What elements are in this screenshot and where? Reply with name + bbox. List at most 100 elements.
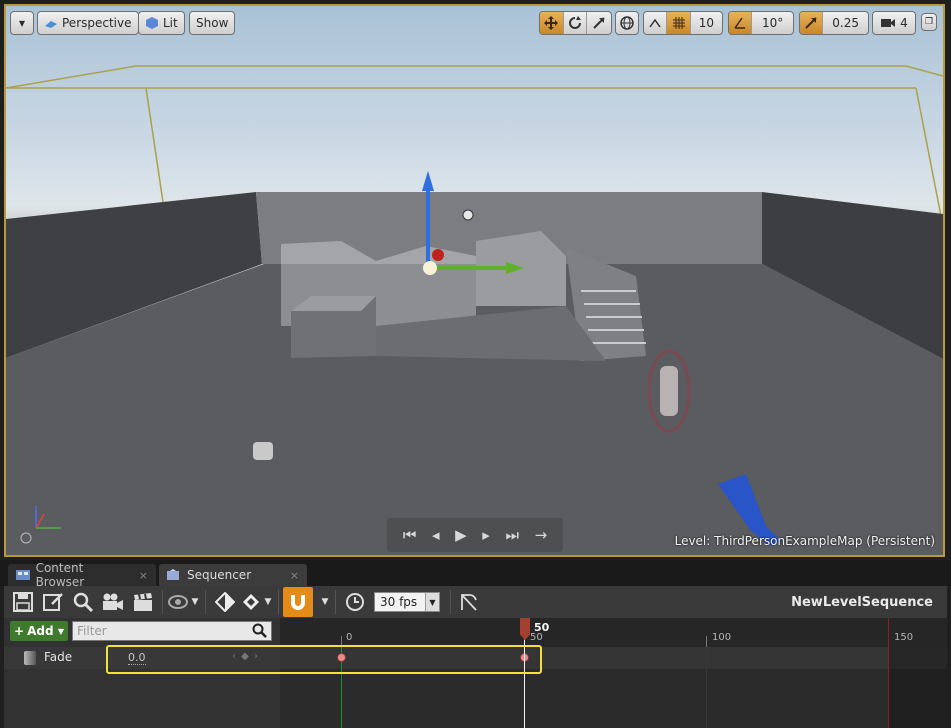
- viewport-playback-controls: ⏮ ◂ ▶ ▸ ⏭ →: [387, 518, 563, 552]
- toolbar-divider: [162, 590, 163, 614]
- close-icon[interactable]: ×: [290, 569, 299, 582]
- level-prefix: Level:: [674, 534, 711, 548]
- track-filter-input[interactable]: Filter: [72, 621, 272, 641]
- tab-label: Sequencer: [187, 568, 252, 582]
- panel-tab-strip: Content Browser × Sequencer ×: [0, 560, 951, 589]
- scale-snap-toggle[interactable]: [800, 12, 824, 34]
- lit-sphere-icon: [145, 16, 159, 30]
- find-in-content-browser-button[interactable]: [68, 587, 98, 617]
- maximize-icon: ❐: [924, 17, 934, 27]
- ruler-tick-label: 150: [894, 632, 914, 643]
- chevron-down-icon[interactable]: ▼: [319, 597, 331, 607]
- chevron-down-icon[interactable]: ▼: [189, 597, 201, 607]
- rotation-snap-value[interactable]: 10°: [752, 12, 793, 34]
- camera-icon: [103, 593, 123, 610]
- add-label: Add: [27, 624, 54, 638]
- key-diamond-icon: [215, 592, 235, 612]
- surface-snap-button[interactable]: [644, 12, 668, 34]
- add-key-button[interactable]: [210, 587, 240, 617]
- world-space-button[interactable]: [616, 12, 638, 34]
- eye-icon: [168, 595, 188, 609]
- save-button[interactable]: [8, 587, 38, 617]
- add-track-button[interactable]: + Add ▼: [10, 621, 68, 641]
- tab-sequencer[interactable]: Sequencer ×: [159, 564, 307, 586]
- angle-icon: [734, 17, 746, 29]
- fade-track-icon: [24, 651, 36, 665]
- close-icon[interactable]: ×: [139, 569, 148, 582]
- chevron-down-icon[interactable]: ▼: [262, 597, 274, 607]
- toolbar-divider: [278, 590, 279, 614]
- jump-to-end-button[interactable]: ⏭: [505, 526, 519, 544]
- toolbar-divider: [450, 590, 451, 614]
- render-movie-button[interactable]: [128, 587, 158, 617]
- time-ruler[interactable]: 0 50 100 150: [280, 618, 947, 647]
- perspective-icon: [44, 16, 58, 30]
- show-menu-button[interactable]: Show: [189, 11, 236, 35]
- scale-icon: [593, 17, 605, 29]
- step-back-button[interactable]: ◂: [432, 526, 440, 544]
- fade-value-field[interactable]: 0.0: [128, 651, 146, 665]
- viewport-options-button[interactable]: ▾: [10, 11, 34, 35]
- save-as-button[interactable]: [38, 587, 68, 617]
- timeline-area[interactable]: 0 50 100 150 50: [280, 618, 947, 728]
- grid-icon: [672, 17, 685, 29]
- snap-toggle-button[interactable]: [283, 587, 313, 617]
- step-forward-button[interactable]: ▸: [482, 526, 490, 544]
- grid-snap-toggle[interactable]: [667, 12, 691, 34]
- auto-key-button[interactable]: [240, 587, 262, 617]
- frame-rate-dropdown[interactable]: 30 fps ▼: [374, 592, 440, 612]
- rotate-tool-button[interactable]: [564, 12, 588, 34]
- out-of-range-shade: [889, 647, 947, 728]
- view-mode-label: Perspective: [62, 16, 132, 30]
- clock-icon: [346, 593, 364, 611]
- grid-snap-group: 10: [643, 11, 723, 35]
- move-arrows-icon: [544, 16, 559, 30]
- search-icon: [73, 592, 93, 612]
- transform-tools-group: [539, 11, 612, 35]
- grid-snap-value[interactable]: 10: [691, 12, 722, 34]
- translate-tool-button[interactable]: [540, 12, 564, 34]
- search-icon: [252, 623, 267, 638]
- filter-placeholder: Filter: [77, 624, 107, 638]
- clapperboard-icon: [134, 593, 152, 611]
- key-navigation-buttons[interactable]: ‹ ◆ ›: [232, 651, 259, 662]
- view-options-button[interactable]: [167, 587, 189, 617]
- scale-snap-value[interactable]: 0.25: [823, 12, 868, 34]
- ruler-tick: [706, 636, 707, 647]
- show-menu-label: Show: [196, 16, 229, 30]
- scale-snap-icon: [805, 17, 817, 29]
- scene-render: [6, 65, 943, 555]
- tab-label: Content Browser: [35, 561, 85, 589]
- frame-rate-value: 30 fps: [380, 595, 418, 609]
- curve-editor-button[interactable]: [455, 587, 485, 617]
- keyframe[interactable]: [337, 653, 346, 662]
- scale-snap-group: 0.25: [799, 11, 869, 35]
- maximize-viewport-button[interactable]: ❐: [921, 13, 937, 31]
- view-mode-perspective-button[interactable]: Perspective: [37, 11, 139, 35]
- playback-end-line: [888, 618, 889, 728]
- chevron-down-icon: ▼: [57, 626, 64, 636]
- track-row-fade[interactable]: Fade 0.0 ‹ ◆ ›: [4, 647, 280, 669]
- camera-speed-button[interactable]: 4: [873, 12, 915, 34]
- lit-mode-label: Lit: [163, 16, 178, 30]
- rotation-snap-group: 10°: [728, 11, 794, 35]
- sequencer-icon: [167, 569, 179, 580]
- level-viewport[interactable]: ▾ Perspective Lit Show 10 10° 0.25 4 ❐ ⏮…: [4, 4, 945, 557]
- tab-content-browser[interactable]: Content Browser ×: [8, 561, 156, 589]
- camera-speed-group: 4: [872, 11, 916, 35]
- lit-mode-button[interactable]: Lit: [138, 11, 185, 35]
- rotation-snap-toggle[interactable]: [729, 12, 753, 34]
- create-camera-button[interactable]: [98, 587, 128, 617]
- toolbar-divider: [205, 590, 206, 614]
- sequence-name: NewLevelSequence: [791, 594, 933, 610]
- plus-icon: +: [14, 624, 25, 638]
- save-icon: [13, 592, 33, 612]
- loop-button[interactable]: →: [535, 526, 548, 544]
- playback-options-button[interactable]: [340, 587, 370, 617]
- scale-tool-button[interactable]: [587, 12, 611, 34]
- fade-track-lane[interactable]: [280, 647, 947, 669]
- jump-to-start-button[interactable]: ⏮: [403, 526, 417, 544]
- save-as-icon: [43, 593, 63, 611]
- play-button[interactable]: ▶: [455, 526, 467, 544]
- chevron-down-icon: ▾: [18, 16, 26, 30]
